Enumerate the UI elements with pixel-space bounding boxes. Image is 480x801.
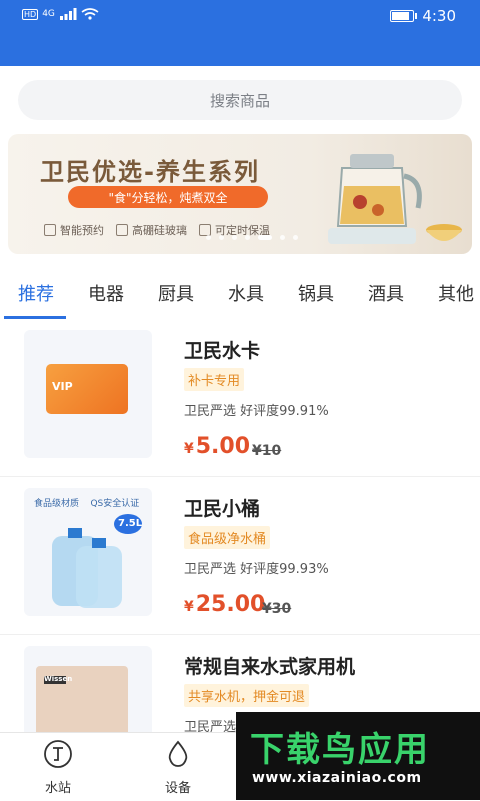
water-drop-icon [168,740,188,767]
product-name: 常规自来水式家用机 [184,656,356,678]
product-tag: 补卡专用 [184,368,245,391]
carousel-dot[interactable] [232,235,237,240]
bottom-nav-device[interactable]: 设备 [138,739,218,796]
carousel-dots [206,235,298,240]
product-card[interactable]: 食品级材质 QS安全认证 7.5L 卫民小桶 食品级净水桶 卫民严选 好评度99… [0,478,480,635]
product-thumbnail: VIP [24,330,152,458]
tab-4[interactable]: 锅具 [298,280,334,306]
product-old-price: ¥10 [252,443,282,459]
product-thumbnail: 食品级材质 QS安全认证 7.5L [24,488,152,616]
tab-1[interactable]: 电器 [88,280,124,306]
checkbox-icon [116,224,128,236]
kettle-image [328,154,422,244]
watermark-logo: 下载鸟应用 www.xiazainiao.com [236,712,480,800]
product-description: 卫民严选 好评度99.91% [184,404,329,419]
banner-feature: 高硼硅玻璃 [116,222,187,238]
product-tag: 共享水机，押金可退 [184,684,310,707]
product-description: 卫民严选 好评度99.93% [184,562,329,577]
carousel-dot[interactable] [206,235,211,240]
banner-feature: 智能预约 [44,222,104,238]
banner-slogan: "食"分轻松，炖煮双全 [68,186,268,208]
carousel-dot[interactable] [258,235,272,240]
watermark-title: 下载鸟应用 [250,730,430,770]
bottom-nav-label: 设备 [164,781,191,796]
bottom-nav-station[interactable]: 水站 [18,739,98,796]
status-right: 4:30 [390,7,456,25]
clock: 4:30 [422,7,456,25]
product-old-price: ¥30 [262,601,292,617]
product-list: VIP 卫民水卡 补卡专用 卫民严选 好评度99.91% ¥5.00 ¥10 食… [0,320,480,732]
search-placeholder: 搜索商品 [209,91,270,110]
product-thumbnail: Wissen [24,646,152,732]
product-description: 卫民严选 [184,720,237,732]
status-bar: HD 4G 4:30 [0,0,480,66]
machine-brand: Wissen [44,675,73,683]
product-price: ¥25.00 [184,592,266,617]
product-price: ¥5.00 [184,434,251,459]
carousel-dot[interactable] [293,235,298,240]
status-left: HD 4G [22,8,99,20]
promo-banner[interactable]: 卫民优选-养生系列 "食"分轻松，炖煮双全 智能预约 高硼硅玻璃 可定时保温 [8,134,472,254]
carousel-dot[interactable] [219,235,224,240]
category-tabs: 推荐 电器 厨具 水具 锅具 酒具 其他 [0,268,480,318]
product-tag: 食品级净水桶 [184,526,271,549]
tab-5[interactable]: 酒具 [368,280,404,306]
product-card[interactable]: VIP 卫民水卡 补卡专用 卫民严选 好评度99.91% ¥5.00 ¥10 [0,320,480,477]
tab-2[interactable]: 厨具 [158,280,194,306]
active-tab-indicator [4,316,66,319]
water-machine-image [36,666,128,732]
search-input[interactable]: 搜索商品 [18,80,462,120]
bottom-nav-label: 水站 [44,781,71,796]
battery-icon [390,10,418,22]
checkbox-icon [44,224,56,236]
water-bucket-image [52,514,142,608]
product-name: 卫民小桶 [184,498,261,520]
product-name: 卫民水卡 [184,340,261,362]
wifi-icon [81,8,99,20]
tab-6[interactable]: 其他 [438,280,474,306]
volume-badge: 7.5L [118,518,143,529]
cup-image [426,224,462,241]
banner-title: 卫民优选-养生系列 [40,158,260,186]
carousel-dot[interactable] [280,235,285,240]
tab-0[interactable]: 推荐 [18,280,54,306]
water-station-icon [44,740,72,768]
vip-card-image: VIP [46,364,128,414]
network-type: 4G [42,9,55,19]
watermark-url: www.xiazainiao.com [252,770,422,786]
tab-3[interactable]: 水具 [228,280,264,306]
signal-icon [59,8,77,20]
hd-badge: HD [22,8,39,20]
carousel-dot[interactable] [245,235,250,240]
